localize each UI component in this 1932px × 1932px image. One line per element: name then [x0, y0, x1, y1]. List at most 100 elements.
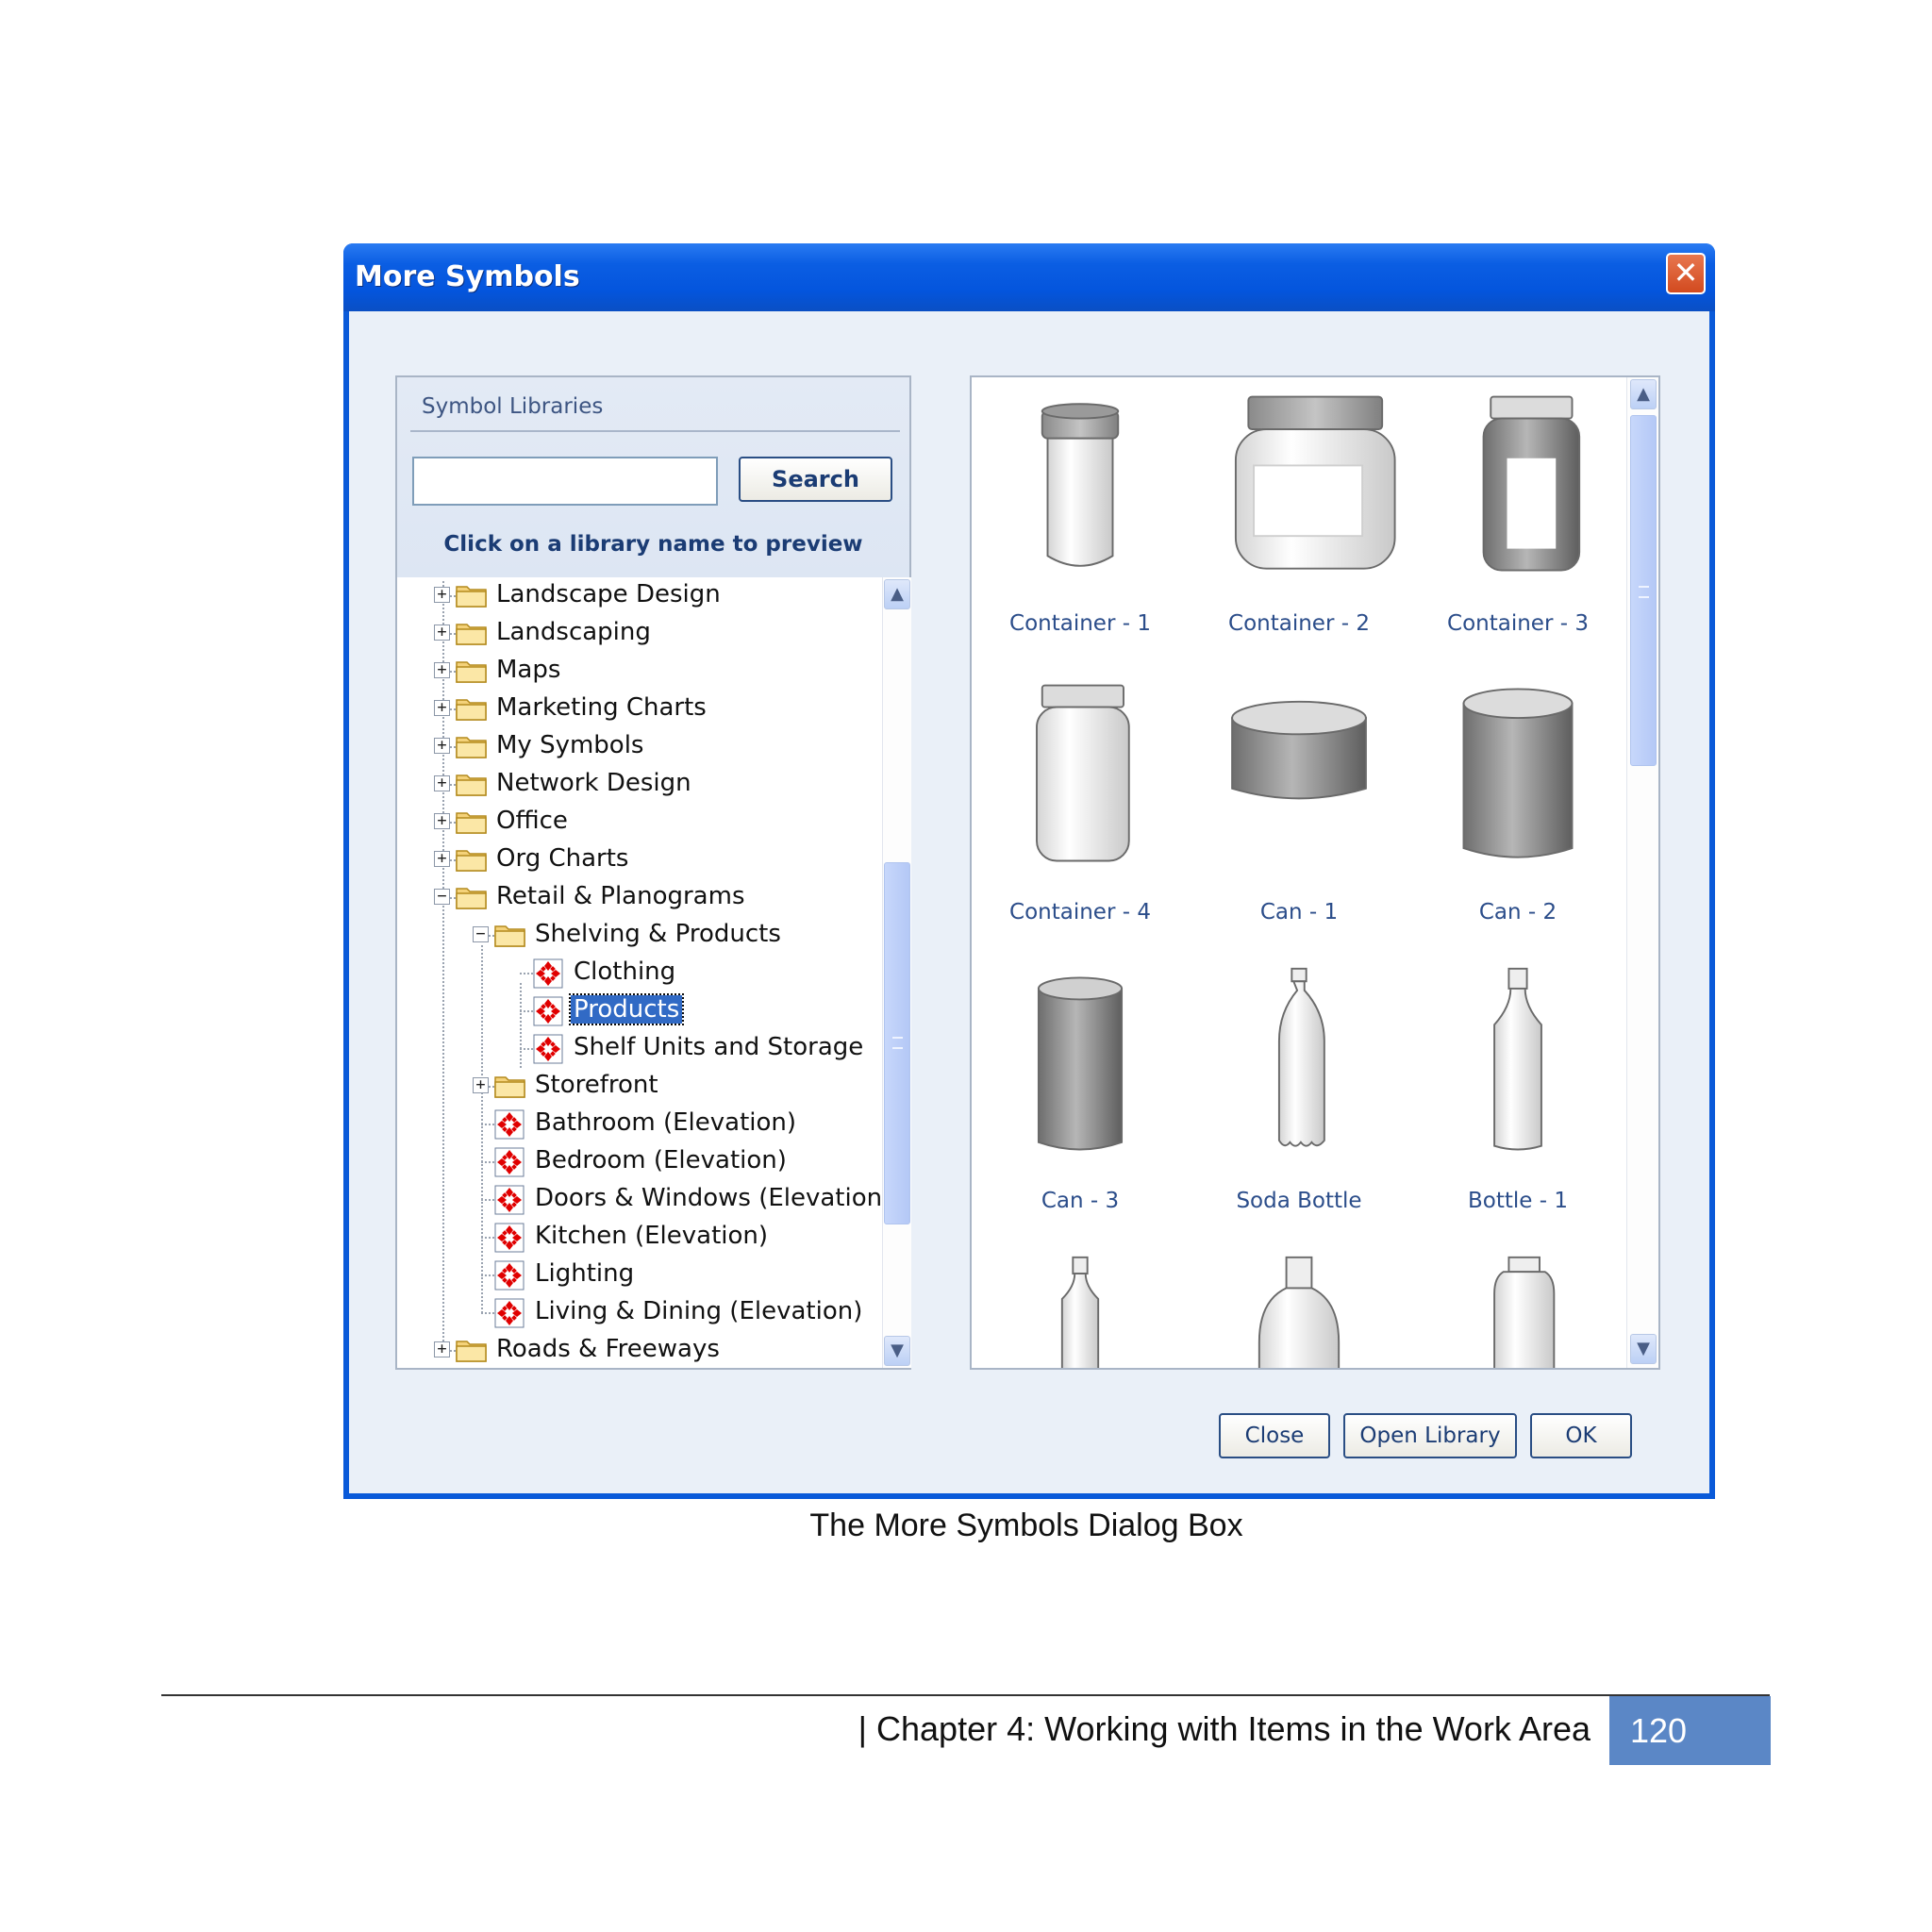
ok-button[interactable]: OK [1530, 1413, 1632, 1458]
tree-node-label[interactable]: Shelving & Products [532, 920, 784, 948]
preview-scroll-thumb[interactable] [1630, 415, 1657, 766]
libraries-header: Symbol Libraries Search Click on a libra… [397, 377, 909, 577]
tree-node-label[interactable]: My Symbols [493, 731, 646, 759]
symbol-tile[interactable]: Container - 3 [1409, 383, 1626, 657]
tree-connector [481, 1161, 494, 1163]
search-input[interactable] [412, 457, 718, 506]
symbol-tile[interactable]: Container - 4 [972, 672, 1189, 945]
plus-box-icon[interactable]: + [434, 813, 450, 829]
tree-folder-node[interactable]: + Marketing Charts [397, 691, 878, 728]
tree-library-node[interactable]: Lighting [397, 1257, 878, 1294]
title-bar[interactable]: More Symbols ✕ [343, 243, 1715, 311]
tree-library-node[interactable]: Bedroom (Elevation) [397, 1143, 878, 1181]
tree-node-label[interactable]: Landscape Design [493, 580, 724, 608]
plus-box-icon[interactable]: + [434, 662, 450, 678]
tree-node-label-selected[interactable]: Products [568, 993, 685, 1025]
tree-folder-node[interactable]: + Landscaping [397, 615, 878, 653]
tree-library-node[interactable]: Living & Dining (Elevation) [397, 1294, 878, 1332]
tree-folder-node[interactable]: − Shelving & Products [397, 917, 878, 955]
plus-box-icon[interactable]: + [473, 1077, 489, 1093]
plus-box-icon[interactable]: + [434, 625, 450, 641]
tree-folder-node[interactable]: + Storefront [397, 1068, 878, 1106]
tree-node-label[interactable]: Bathroom (Elevation) [532, 1108, 799, 1137]
symbol-tile[interactable]: Bottle - 1 [1409, 960, 1626, 1234]
preview-scroll-down-button[interactable]: ▼ [1630, 1334, 1657, 1364]
close-button[interactable]: Close [1219, 1413, 1330, 1458]
tree-folder-node[interactable]: + Maps [397, 653, 878, 691]
tree-node-label[interactable]: Marketing Charts [493, 693, 709, 722]
more-symbols-dialog: More Symbols ✕ Symbol Libraries Search C… [343, 243, 1715, 1499]
tree-node-label[interactable]: Roads & Freeways [493, 1335, 723, 1363]
symbol-tile[interactable]: Soda Bottle [1191, 960, 1407, 1234]
tree-library-node[interactable]: Shelf Units and Storage [397, 1030, 878, 1068]
tree-folder-node[interactable]: + Office [397, 804, 878, 841]
symbol-tile[interactable]: Can - 3 [972, 960, 1189, 1234]
grip-icon [892, 1037, 903, 1049]
tree-folder-node[interactable]: + Landscape Design [397, 577, 878, 615]
symbol-library-icon [494, 1147, 525, 1177]
symbol-tile[interactable]: Container - 2 [1191, 383, 1407, 657]
tree-node-label[interactable]: Org Charts [493, 844, 631, 873]
scroll-up-button[interactable]: ▲ [884, 579, 910, 609]
tree-folder-node[interactable]: + Org Charts [397, 841, 878, 879]
tree-node-label[interactable]: Maps [493, 656, 563, 684]
tree-connector [481, 1237, 494, 1239]
symbol-tile[interactable]: Can - 2 [1409, 672, 1626, 945]
preview-scrollbar[interactable]: ▲ ▼ [1626, 377, 1658, 1368]
chapter-title: | Chapter 4: Working with Items in the W… [858, 1709, 1591, 1748]
tree-connector [520, 1010, 533, 1012]
header-divider [410, 430, 900, 432]
plus-box-icon[interactable]: + [434, 851, 450, 867]
folder-icon [456, 1338, 488, 1362]
tree-node-label[interactable]: Living & Dining (Elevation) [532, 1297, 865, 1325]
tree-node-label[interactable]: Office [493, 807, 571, 835]
tree-folder-node[interactable]: − Retail & Planograms [397, 879, 878, 917]
symbol-tile[interactable] [1191, 1249, 1407, 1368]
search-button[interactable]: Search [739, 457, 892, 502]
tree-library-node[interactable]: Bathroom (Elevation) [397, 1106, 878, 1143]
plus-box-icon[interactable]: + [434, 700, 450, 716]
scroll-down-button[interactable]: ▼ [884, 1336, 910, 1366]
tree-node-label[interactable]: Network Design [493, 769, 694, 797]
preview-scroll-up-button[interactable]: ▲ [1630, 379, 1657, 409]
symbol-library-icon [533, 958, 563, 989]
symbol-tile[interactable]: Container - 1 [972, 383, 1189, 657]
tree-node-label[interactable]: Retail & Planograms [493, 882, 748, 910]
tree-library-node[interactable]: Clothing [397, 955, 878, 992]
window-close-button[interactable]: ✕ [1666, 253, 1706, 294]
symbol-preview-panel: ▲ ▼ Container - 1 Container - 2 Container … [970, 375, 1660, 1370]
plus-box-icon[interactable]: + [434, 587, 450, 603]
tree-node-label[interactable]: Doors & Windows (Elevation) [532, 1184, 886, 1212]
symbol-library-icon [494, 1185, 525, 1215]
tree-folder-node[interactable]: + Network Design [397, 766, 878, 804]
tree-library-node[interactable]: Products [397, 992, 878, 1030]
tree-folder-node[interactable]: + My Symbols [397, 728, 878, 766]
symbol-tile[interactable]: Can - 1 [1191, 672, 1407, 945]
folder-icon [456, 658, 488, 683]
tree-node-label[interactable]: Bedroom (Elevation) [532, 1146, 790, 1174]
tree-scrollbar[interactable]: ▲ ▼ [882, 577, 911, 1368]
symbol-tile[interactable] [972, 1249, 1189, 1368]
plus-box-icon[interactable]: + [434, 775, 450, 791]
tree-scroll-thumb[interactable] [884, 862, 910, 1224]
plus-box-icon[interactable]: + [434, 1341, 450, 1357]
minus-box-icon[interactable]: − [434, 889, 450, 905]
tree-library-node[interactable]: Doors & Windows (Elevation) [397, 1181, 886, 1219]
open-library-button[interactable]: Open Library [1343, 1413, 1517, 1458]
library-tree: + Landscape Design + Landscaping + Maps + Marke… [397, 577, 886, 1368]
tree-connector [481, 1199, 494, 1201]
tree-node-label[interactable]: Shelf Units and Storage [571, 1033, 866, 1061]
tree-node-label[interactable]: Storefront [532, 1071, 661, 1099]
minus-box-icon[interactable]: − [473, 926, 489, 942]
plus-box-icon[interactable]: + [434, 738, 450, 754]
tree-library-node[interactable]: Kitchen (Elevation) [397, 1219, 878, 1257]
tree-folder-node[interactable]: + Roads & Freeways [397, 1332, 878, 1368]
tree-node-label[interactable]: Clothing [571, 958, 678, 986]
tree-connector [481, 1274, 494, 1276]
symbol-libraries-panel: Symbol Libraries Search Click on a libra… [395, 375, 911, 1370]
tree-node-label[interactable]: Landscaping [493, 618, 654, 646]
tree-node-label[interactable]: Lighting [532, 1259, 637, 1288]
tree-node-label[interactable]: Kitchen (Elevation) [532, 1222, 771, 1250]
symbol-tile[interactable] [1409, 1249, 1626, 1368]
folder-icon [456, 772, 488, 796]
